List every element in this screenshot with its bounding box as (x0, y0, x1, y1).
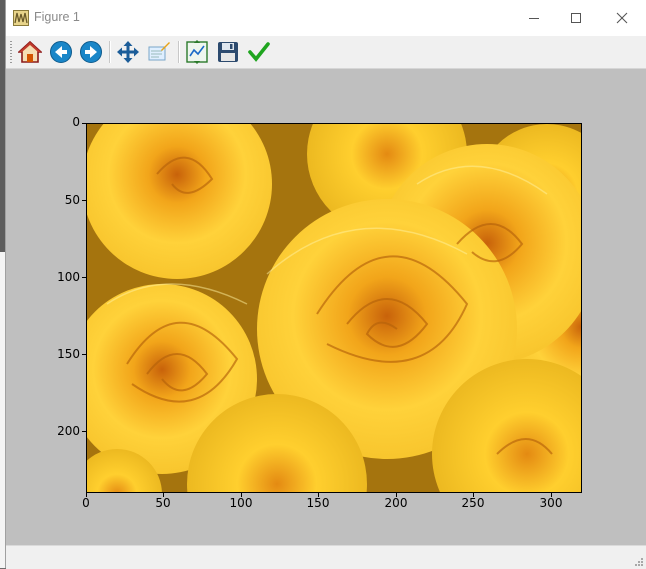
close-icon (616, 12, 628, 24)
x-tick-mark (241, 493, 242, 497)
x-tick-label: 0 (82, 496, 90, 510)
subplots-button[interactable] (185, 40, 209, 64)
edit-axes-button[interactable] (247, 40, 271, 64)
x-tick-mark (473, 493, 474, 497)
status-bar (6, 545, 646, 569)
matplotlib-app-icon (13, 10, 29, 26)
axes-image[interactable] (86, 123, 582, 493)
save-button[interactable] (216, 40, 240, 64)
checkmark-edit-icon (248, 42, 270, 62)
home-icon (16, 40, 44, 63)
arrow-right-icon (80, 41, 102, 63)
y-tick-label: 0 (72, 115, 80, 129)
toolbar-separator (178, 41, 180, 63)
x-tick-label: 100 (229, 496, 253, 510)
x-tick-mark (551, 493, 552, 497)
y-tick-label: 200 (57, 424, 80, 438)
x-tick-mark (86, 493, 87, 497)
x-tick-label: 50 (155, 496, 171, 510)
resize-grip-icon[interactable] (633, 556, 643, 566)
forward-button[interactable] (79, 40, 103, 64)
x-tick-mark (318, 493, 319, 497)
x-tick-label: 250 (461, 496, 485, 510)
window-title: Figure 1 (34, 10, 80, 24)
maximize-button[interactable] (553, 0, 599, 36)
y-tick-mark (82, 123, 86, 124)
x-tick-mark (396, 493, 397, 497)
y-tick-label: 100 (57, 270, 80, 284)
figure-window: Figure 1 0 50 100 150 200 0 50 100 150 2… (5, 0, 646, 569)
y-tick-label: 50 (64, 193, 80, 207)
back-button[interactable] (49, 40, 73, 64)
home-button[interactable] (16, 40, 44, 64)
y-tick-label: 150 (57, 347, 80, 361)
x-tick-label: 300 (539, 496, 563, 510)
navigation-toolbar (6, 36, 646, 69)
close-button[interactable] (599, 0, 645, 36)
pan-arrows-icon (117, 41, 139, 63)
y-tick-mark (82, 354, 86, 355)
subplots-config-icon (186, 40, 208, 64)
toolbar-separator (109, 41, 111, 63)
pan-button[interactable] (116, 40, 140, 64)
floppy-save-icon (218, 42, 238, 62)
arrow-left-icon (50, 41, 72, 63)
y-tick-mark (82, 431, 86, 432)
minimize-icon (529, 18, 539, 19)
rose-image (87, 124, 581, 492)
x-tick-label: 200 (384, 496, 408, 510)
toolbar-grip[interactable] (10, 41, 12, 63)
title-bar[interactable]: Figure 1 (6, 0, 646, 36)
y-tick-mark (82, 200, 86, 201)
maximize-icon (571, 13, 581, 23)
minimize-button[interactable] (511, 0, 557, 36)
zoom-rect-icon (148, 42, 170, 61)
y-tick-mark (82, 277, 86, 278)
figure-canvas[interactable]: 0 50 100 150 200 0 50 100 150 200 250 30… (6, 69, 646, 545)
x-tick-label: 150 (306, 496, 330, 510)
x-tick-mark (163, 493, 164, 497)
zoom-button[interactable] (147, 40, 171, 64)
